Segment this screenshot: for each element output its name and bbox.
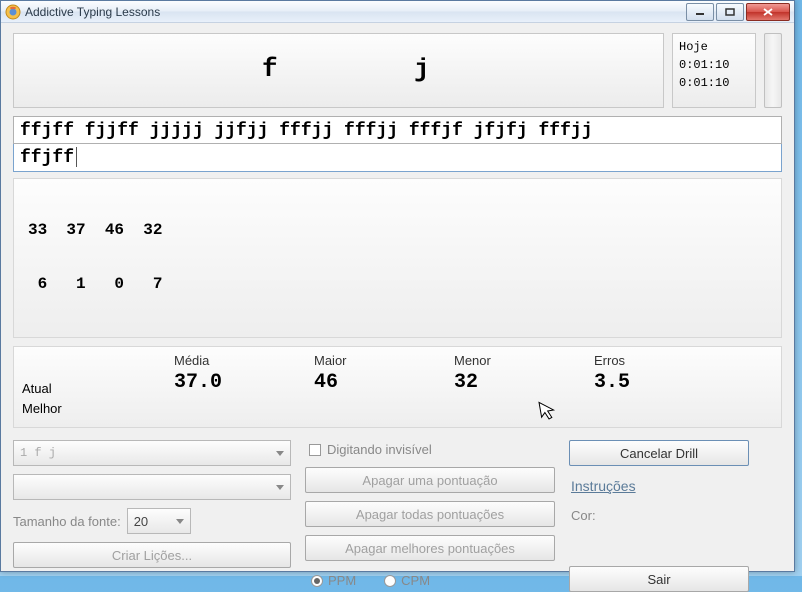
radio-icon — [311, 575, 323, 587]
header-maior: Maior — [314, 353, 454, 368]
invisible-typing-checkbox[interactable]: Digitando invisível — [305, 440, 555, 459]
row-melhor: Melhor — [22, 399, 62, 419]
scrollbar[interactable] — [764, 33, 782, 108]
checkbox-icon — [309, 444, 321, 456]
clear-one-score-button[interactable]: Apagar uma pontuação — [305, 467, 555, 493]
value-erros: 3.5 — [594, 371, 734, 394]
stats-panel: Média Maior Menor Erros Atual Melhor 37.… — [13, 346, 782, 428]
chevron-down-icon — [276, 485, 284, 490]
instructions-link[interactable]: Instruções — [569, 474, 749, 498]
cpm-radio[interactable]: CPM — [384, 573, 430, 588]
speed-numbers: 33 37 46 32 6 1 0 7 — [13, 178, 782, 338]
create-lessons-button[interactable]: Criar Lições... — [13, 542, 291, 568]
lesson-select[interactable]: 1 f j — [13, 440, 291, 466]
minimize-button[interactable] — [686, 3, 714, 21]
exit-button[interactable]: Sair — [569, 566, 749, 592]
prompt-letter-2: j — [414, 54, 430, 84]
today-time-1: 0:01:10 — [679, 56, 749, 74]
client-area: f j Hoje 0:01:10 0:01:10 ffjff fjjff jjj… — [1, 23, 794, 571]
typing-input[interactable]: ffjff — [13, 144, 782, 172]
cursor-icon — [537, 398, 560, 429]
app-window: Addictive Typing Lessons f j Hoje 0:01:1… — [0, 0, 795, 572]
titlebar[interactable]: Addictive Typing Lessons — [1, 1, 794, 23]
today-label: Hoje — [679, 38, 749, 56]
close-button[interactable] — [746, 3, 790, 21]
header-erros: Erros — [594, 353, 734, 368]
chevron-down-icon — [276, 451, 284, 456]
prompt-letter-1: f — [262, 54, 278, 84]
header-menor: Menor — [454, 353, 594, 368]
window-title: Addictive Typing Lessons — [25, 5, 686, 19]
prompt-display: f j — [13, 33, 664, 108]
color-label: Cor: — [569, 506, 749, 525]
ppm-radio[interactable]: PPM — [311, 573, 356, 588]
cancel-drill-button[interactable]: Cancelar Drill — [569, 440, 749, 466]
secondary-select[interactable] — [13, 474, 291, 500]
radio-icon — [384, 575, 396, 587]
maximize-button[interactable] — [716, 3, 744, 21]
font-size-select[interactable]: 20 — [127, 508, 191, 534]
value-maior: 46 — [314, 371, 454, 394]
header-media: Média — [174, 353, 314, 368]
app-icon — [5, 4, 21, 20]
row-atual: Atual — [22, 379, 62, 399]
font-size-label: Tamanho da fonte: — [13, 514, 121, 529]
speed-row-2: 6 1 0 7 — [28, 275, 767, 293]
speed-row-1: 33 37 46 32 — [28, 221, 767, 239]
today-time-2: 0:01:10 — [679, 74, 749, 92]
clear-all-scores-button[interactable]: Apagar todas pontuações — [305, 501, 555, 527]
clear-best-scores-button[interactable]: Apagar melhores pontuações — [305, 535, 555, 561]
value-menor: 32 — [454, 371, 594, 394]
chevron-down-icon — [176, 519, 184, 524]
target-text: ffjff fjjff jjjjj jjfjj fffjj fffjj fffj… — [13, 116, 782, 144]
value-media: 37.0 — [174, 371, 314, 394]
today-panel: Hoje 0:01:10 0:01:10 — [672, 33, 756, 108]
